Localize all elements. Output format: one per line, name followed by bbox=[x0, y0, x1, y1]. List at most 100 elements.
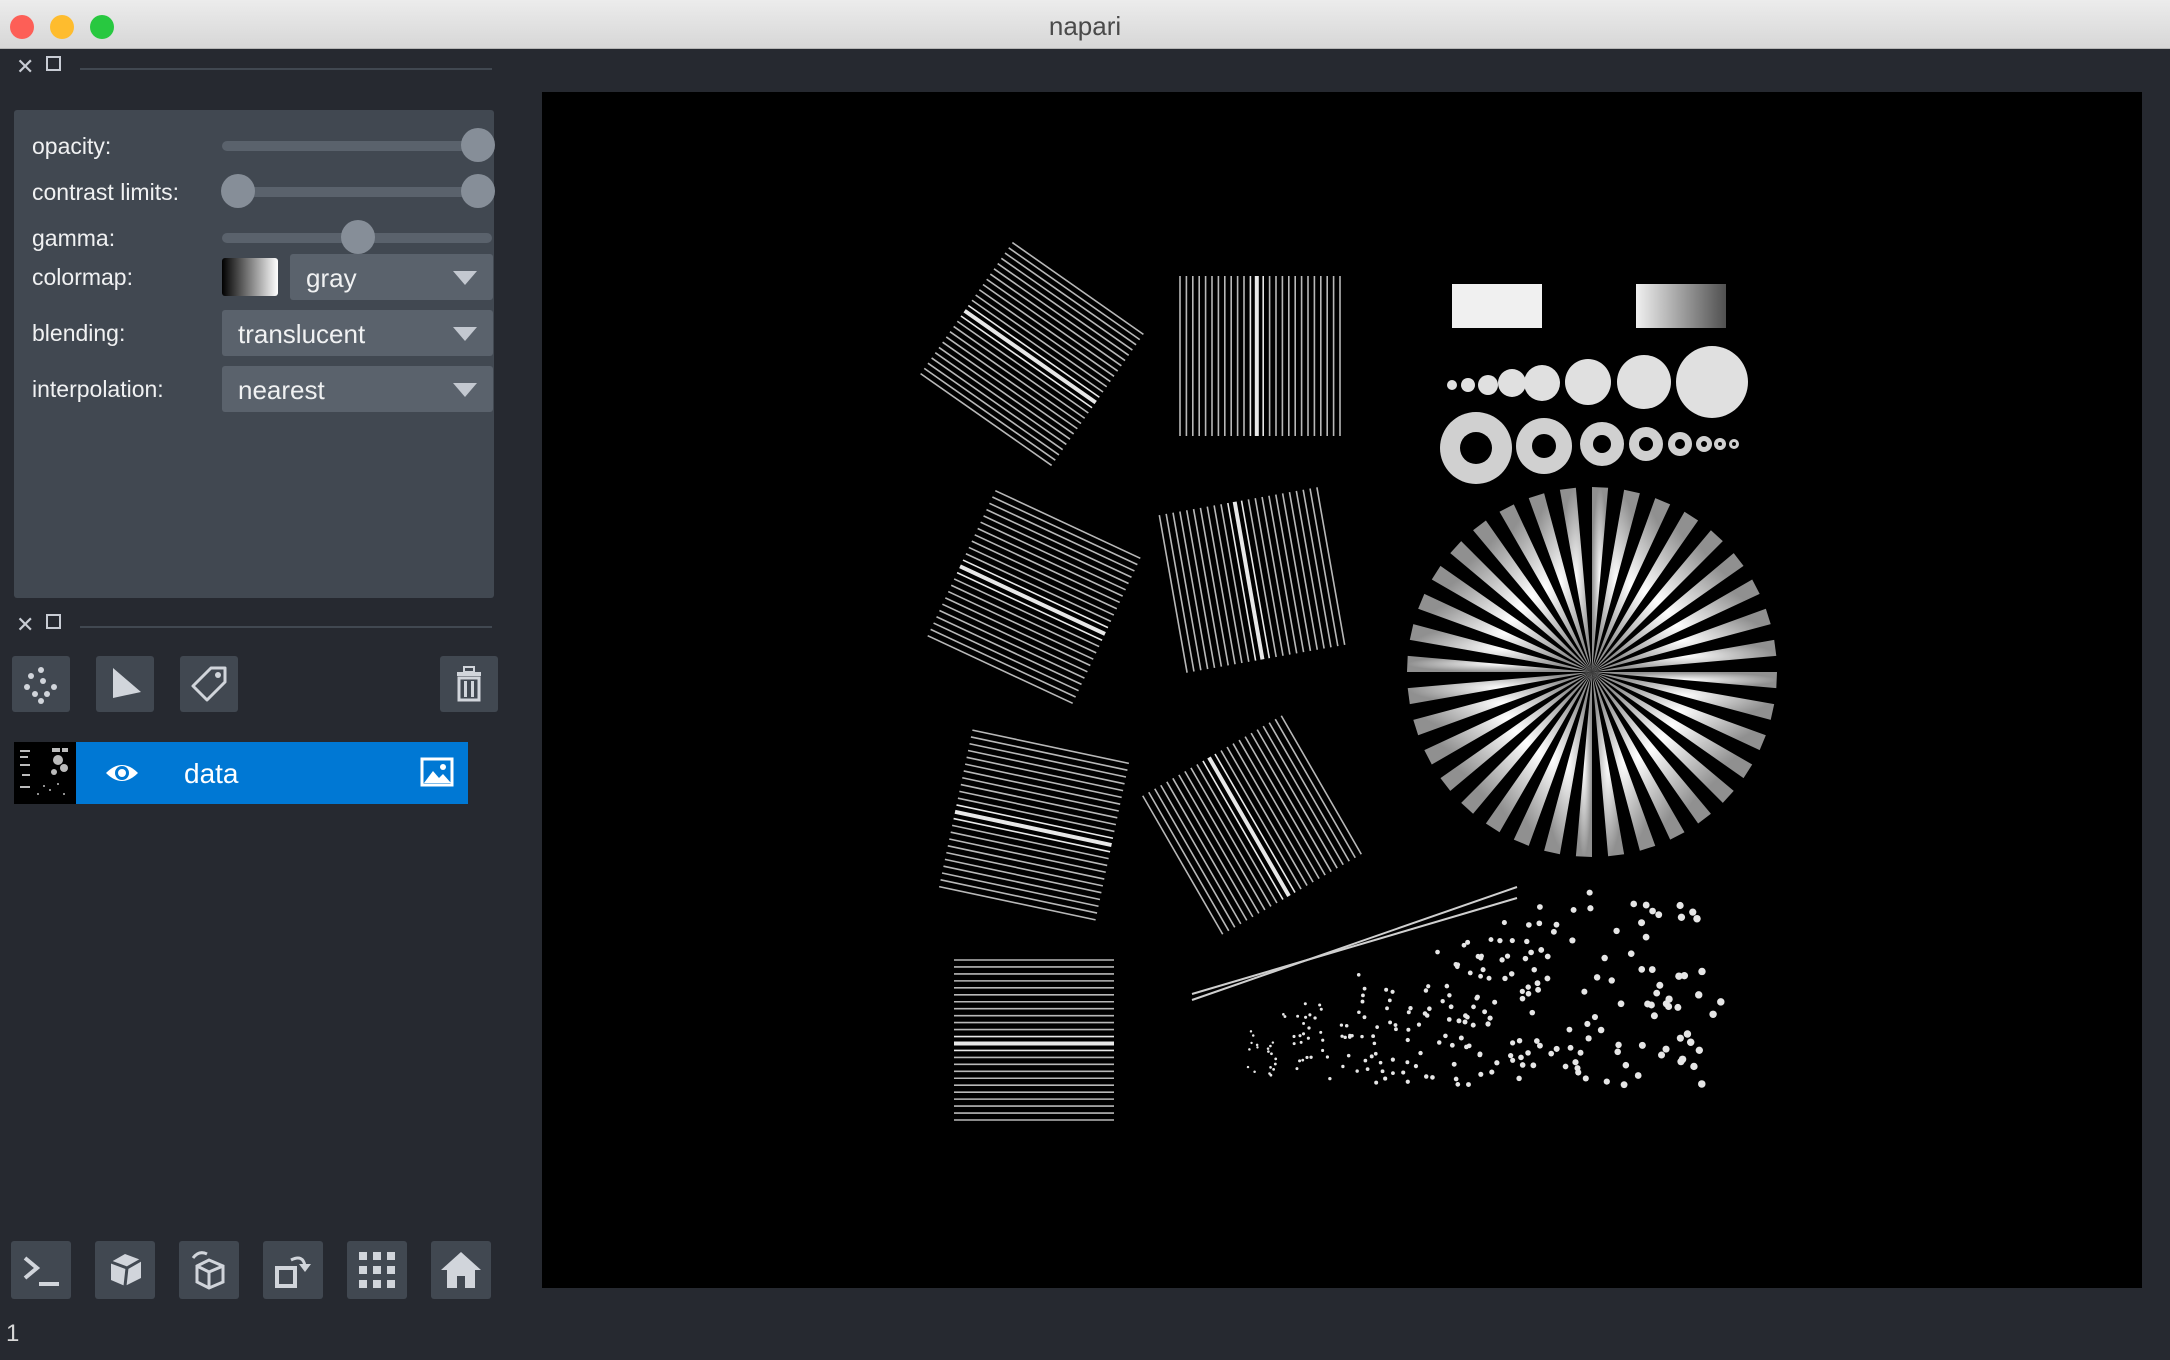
interpolation-dropdown[interactable]: nearest bbox=[222, 366, 493, 412]
scatter-dot bbox=[1305, 1055, 1309, 1060]
colormap-dropdown[interactable]: gray bbox=[290, 254, 493, 300]
delete-layer-button[interactable] bbox=[440, 656, 498, 712]
scatter-dot bbox=[1250, 1041, 1253, 1045]
layer-name[interactable]: data bbox=[184, 742, 239, 806]
contrast-limits-label: contrast limits: bbox=[32, 179, 179, 205]
scatter-dot bbox=[1686, 1038, 1695, 1046]
scatter-dot bbox=[1321, 1038, 1325, 1042]
close-dock-icon[interactable]: ✕ bbox=[16, 612, 34, 638]
scatter-dot bbox=[1301, 1058, 1305, 1062]
layer-row-selected[interactable]: data bbox=[76, 742, 468, 804]
scatter-dot bbox=[1531, 966, 1537, 973]
scatter-dot bbox=[1296, 1014, 1300, 1018]
scatter-dot bbox=[1587, 905, 1594, 912]
scatter-dot bbox=[1662, 1000, 1670, 1008]
scatter-dot bbox=[1444, 983, 1450, 989]
scatter-dot bbox=[1306, 1036, 1310, 1040]
scatter-dot bbox=[1365, 1067, 1370, 1071]
colormap-row: colormap: gray bbox=[32, 254, 493, 300]
viewer-canvas[interactable] bbox=[542, 92, 2142, 1288]
scatter-dot bbox=[1492, 999, 1498, 1005]
scatter-dot bbox=[1487, 1015, 1493, 1021]
contrast-min-handle[interactable] bbox=[221, 174, 255, 208]
interpolation-label: interpolation: bbox=[32, 376, 164, 402]
scatter-dot bbox=[1501, 920, 1507, 926]
scatter-dot bbox=[1504, 953, 1511, 959]
scatter-dot bbox=[1424, 1074, 1429, 1079]
new-labels-icon bbox=[191, 666, 227, 702]
scatter-dot bbox=[1642, 933, 1650, 941]
scatter-dot bbox=[1447, 993, 1452, 998]
scatter-dot bbox=[1585, 1035, 1592, 1042]
new-labels-button[interactable] bbox=[180, 656, 238, 712]
scatter-dot bbox=[1380, 1069, 1385, 1074]
scatter-dot bbox=[1253, 1070, 1256, 1074]
layer-item-data[interactable]: data bbox=[14, 742, 468, 804]
scatter-dot bbox=[1698, 1080, 1706, 1088]
scatter-dot bbox=[1630, 900, 1638, 908]
test-circle bbox=[1478, 375, 1498, 395]
scatter-dot bbox=[1422, 1011, 1428, 1016]
scatter-dot bbox=[1584, 1020, 1591, 1028]
close-dock-icon[interactable]: ✕ bbox=[16, 54, 34, 80]
scatter-dot bbox=[1562, 1063, 1569, 1070]
eye-icon[interactable] bbox=[104, 760, 140, 786]
scatter-dot bbox=[1455, 1082, 1461, 1087]
scatter-dot bbox=[1478, 973, 1483, 979]
star-spoke bbox=[1575, 672, 1592, 857]
blending-dropdown[interactable]: translucent bbox=[222, 310, 493, 356]
float-dock-icon[interactable] bbox=[46, 614, 61, 629]
scatter-dot bbox=[1269, 1066, 1272, 1069]
scatter-dot bbox=[1615, 1041, 1622, 1049]
scatter-dot bbox=[1627, 950, 1635, 957]
roll-dims-button[interactable] bbox=[179, 1241, 239, 1299]
console-button[interactable] bbox=[11, 1241, 71, 1299]
scatter-dot bbox=[1676, 1034, 1684, 1042]
opacity-slider-handle[interactable] bbox=[461, 128, 495, 162]
scatter-dot bbox=[1698, 967, 1706, 976]
scatter-dot bbox=[1570, 906, 1577, 913]
float-dock-icon[interactable] bbox=[46, 56, 61, 71]
scatter-dot bbox=[1566, 1026, 1573, 1033]
delete-layer-icon bbox=[457, 666, 481, 702]
scatter-dot bbox=[1401, 1070, 1406, 1075]
ndisplay-3d-button[interactable] bbox=[95, 1241, 155, 1299]
gamma-slider-handle[interactable] bbox=[341, 220, 375, 254]
scatter-dot bbox=[1318, 1003, 1322, 1007]
scatter-dot bbox=[1577, 1049, 1584, 1056]
scatter-dot bbox=[1690, 1062, 1698, 1071]
scatter-dot bbox=[1249, 1030, 1253, 1033]
scatter-dot bbox=[1466, 1082, 1471, 1087]
scatter-dot bbox=[1537, 904, 1543, 910]
new-shapes-button[interactable] bbox=[96, 656, 154, 712]
scatter-dot bbox=[1304, 1015, 1308, 1019]
scatter-dot bbox=[1709, 1010, 1717, 1019]
scatter-dot bbox=[1355, 1069, 1359, 1073]
home-button[interactable] bbox=[431, 1241, 491, 1299]
scatter-dot bbox=[1356, 972, 1361, 977]
line-grating bbox=[920, 241, 1144, 467]
scatter-dot bbox=[1435, 949, 1440, 955]
transpose-dims-button[interactable] bbox=[263, 1241, 323, 1299]
scatter-dot bbox=[1695, 1046, 1703, 1054]
grid-view-button[interactable] bbox=[347, 1241, 407, 1299]
scatter-dot bbox=[1267, 1050, 1270, 1053]
contrast-limits-slider[interactable] bbox=[221, 174, 495, 208]
scatter-dot bbox=[1530, 1062, 1537, 1069]
scatter-dot bbox=[1413, 1064, 1419, 1069]
test-circle bbox=[1461, 378, 1475, 392]
opacity-slider[interactable] bbox=[222, 128, 495, 162]
line-grating bbox=[938, 729, 1130, 921]
scatter-dot bbox=[1519, 988, 1525, 995]
scatter-dot bbox=[1341, 1064, 1345, 1069]
gamma-slider[interactable] bbox=[222, 220, 492, 254]
contrast-max-handle[interactable] bbox=[461, 174, 495, 208]
scatter-dot bbox=[1292, 1034, 1296, 1039]
scatter-dot bbox=[1418, 1050, 1423, 1056]
scatter-dot bbox=[1321, 1048, 1325, 1052]
chevron-down-icon bbox=[453, 327, 477, 341]
new-points-button[interactable] bbox=[12, 656, 70, 712]
title-bar: napari bbox=[0, 0, 2170, 49]
scatter-dot bbox=[1391, 1071, 1395, 1076]
test-circle bbox=[1524, 365, 1560, 401]
